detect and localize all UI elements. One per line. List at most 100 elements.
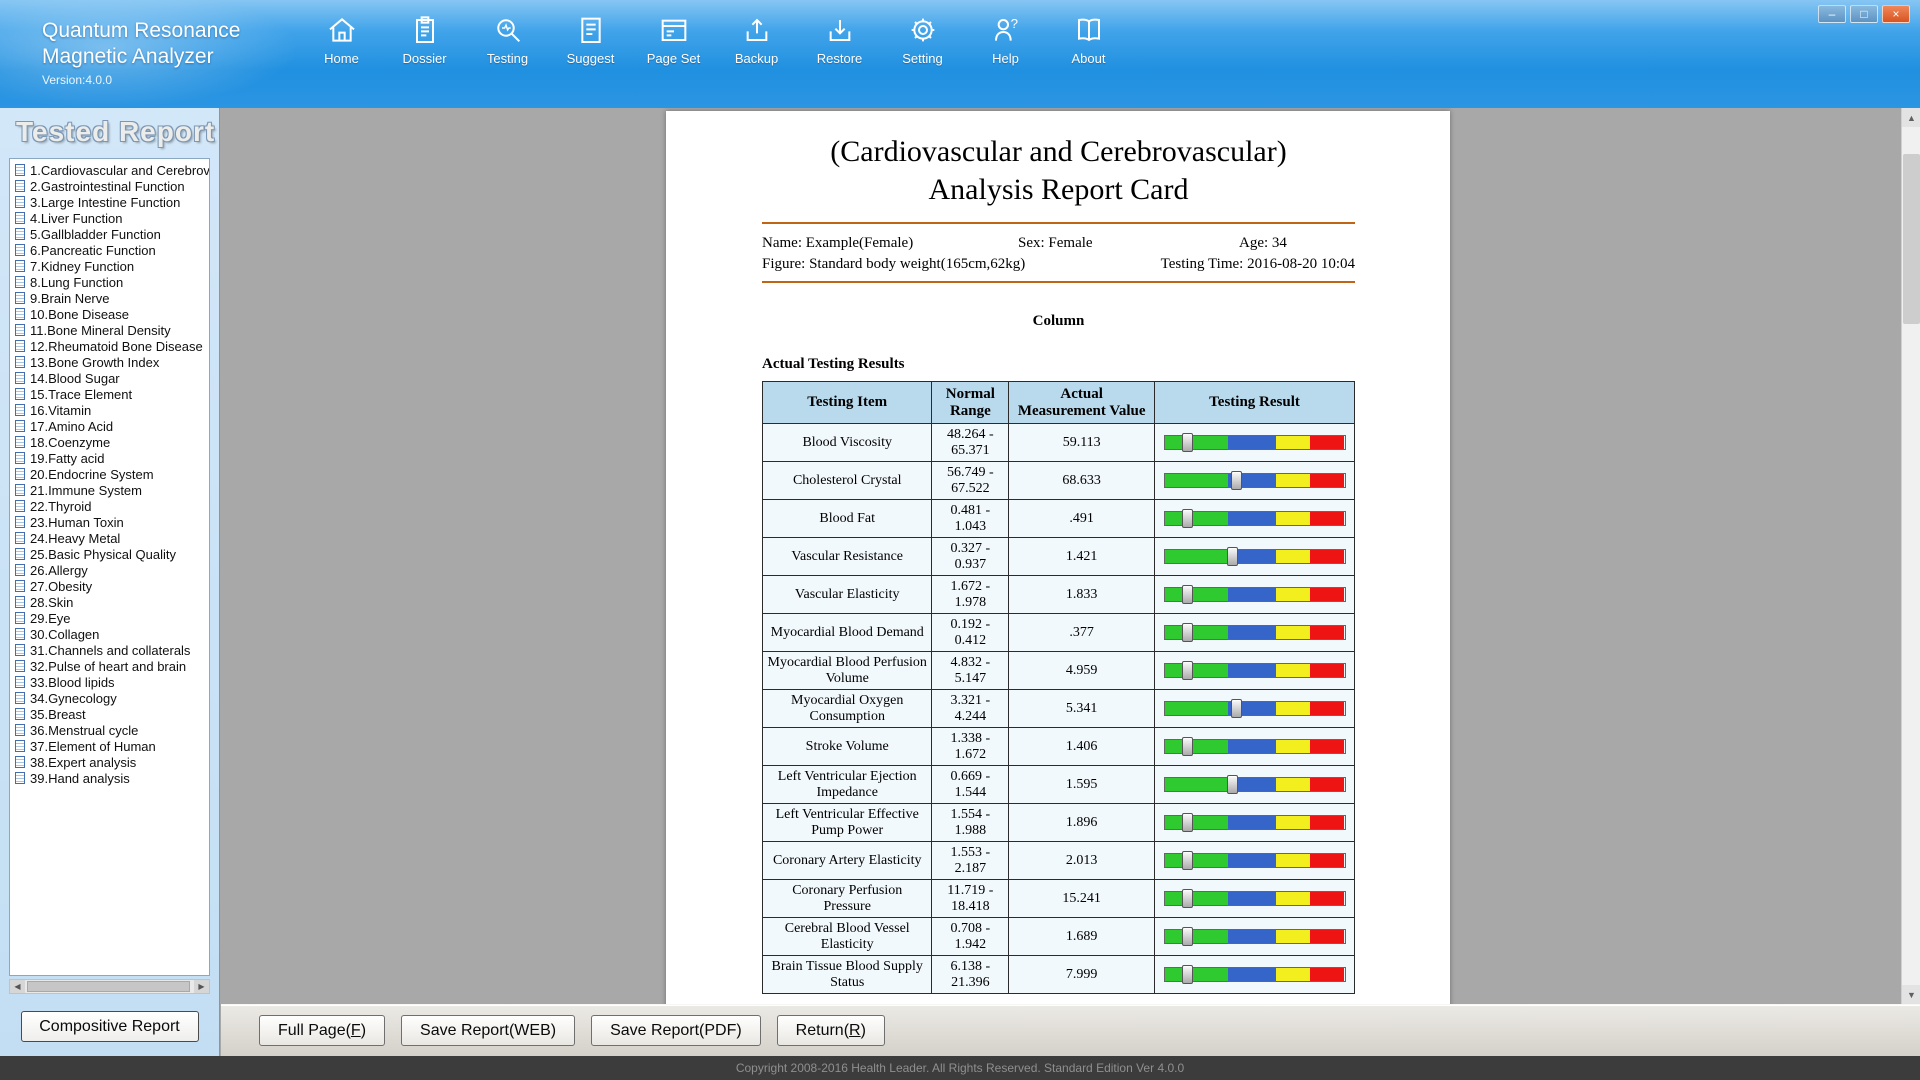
- tree-item[interactable]: 16.Vitamin: [13, 402, 209, 418]
- tree-item[interactable]: 11.Bone Mineral Density: [13, 322, 209, 338]
- tree-item-label: 14.Blood Sugar: [30, 371, 120, 386]
- tree-item[interactable]: 26.Allergy: [13, 562, 209, 578]
- testing-result-bar: [1164, 815, 1346, 830]
- column-header: Normal Range: [932, 382, 1009, 424]
- tree-item[interactable]: 12.Rheumatoid Bone Disease: [13, 338, 209, 354]
- table-row: Vascular Elasticity 1.672 - 1.978 1.833: [763, 576, 1355, 614]
- tree-item[interactable]: 13.Bone Growth Index: [13, 354, 209, 370]
- toolbar-item[interactable]: Page Set: [632, 14, 715, 66]
- result-marker: [1182, 737, 1193, 756]
- document-icon: [15, 180, 25, 192]
- tree-item[interactable]: 3.Large Intestine Function: [13, 194, 209, 210]
- tree-item-label: 27.Obesity: [30, 579, 92, 594]
- tree-item[interactable]: 8.Lung Function: [13, 274, 209, 290]
- toolbar-item[interactable]: Home: [300, 14, 383, 66]
- document-icon: [15, 548, 25, 560]
- toolbar-item[interactable]: Setting: [881, 14, 964, 66]
- toolbar-item[interactable]: Testing: [466, 14, 549, 66]
- tree-item[interactable]: 33.Blood lipids: [13, 674, 209, 690]
- minimize-button[interactable]: –: [1818, 5, 1846, 23]
- tree-item[interactable]: 5.Gallbladder Function: [13, 226, 209, 242]
- tree-item[interactable]: 24.Heavy Metal: [13, 530, 209, 546]
- tree-item[interactable]: 15.Trace Element: [13, 386, 209, 402]
- tree-item[interactable]: 1.Cardiovascular and Cerebrovascular: [13, 162, 209, 178]
- tree-item[interactable]: 27.Obesity: [13, 578, 209, 594]
- result-marker: [1227, 775, 1238, 794]
- table-row: Left Ventricular Ejection Impedance 0.66…: [763, 766, 1355, 804]
- tree-item-label: 36.Menstrual cycle: [30, 723, 138, 738]
- close-button[interactable]: ×: [1882, 5, 1910, 23]
- tree-item[interactable]: 36.Menstrual cycle: [13, 722, 209, 738]
- sidebar: Tested Report 1.Cardiovascular and Cereb…: [0, 108, 220, 1056]
- scroll-up-arrow-icon[interactable]: ▲: [1902, 108, 1920, 127]
- full-page-button[interactable]: Full Page(F): [259, 1015, 385, 1046]
- testing-item-cell: Left Ventricular Effective Pump Power: [763, 804, 932, 842]
- normal-range-cell: 0.669 - 1.544: [932, 766, 1009, 804]
- vertical-scroll-thumb[interactable]: [1903, 154, 1920, 324]
- tree-item[interactable]: 37.Element of Human: [13, 738, 209, 754]
- tree-item-label: 1.Cardiovascular and Cerebrovascular: [30, 163, 209, 178]
- tree-item[interactable]: 18.Coenzyme: [13, 434, 209, 450]
- toolbar-item[interactable]: Backup: [715, 14, 798, 66]
- scroll-left-arrow-icon[interactable]: ◀: [10, 980, 25, 993]
- tree-item[interactable]: 9.Brain Nerve: [13, 290, 209, 306]
- normal-range-cell: 1.553 - 2.187: [932, 842, 1009, 880]
- toolbar-item[interactable]: About: [1047, 14, 1130, 66]
- bar-segment-yellow: [1276, 588, 1310, 601]
- tree-item[interactable]: 2.Gastrointestinal Function: [13, 178, 209, 194]
- tree-item[interactable]: 4.Liver Function: [13, 210, 209, 226]
- tree-item[interactable]: 38.Expert analysis: [13, 754, 209, 770]
- testing-item-cell: Cerebral Blood Vessel Elasticity: [763, 918, 932, 956]
- compositive-report-button[interactable]: Compositive Report: [21, 1011, 199, 1042]
- save-report-pdf-button[interactable]: Save Report(PDF): [591, 1015, 761, 1046]
- tree-item[interactable]: 29.Eye: [13, 610, 209, 626]
- document-icon: [15, 756, 25, 768]
- setting-icon: [907, 14, 939, 46]
- tree-item[interactable]: 35.Breast: [13, 706, 209, 722]
- return-button[interactable]: Return(R): [777, 1015, 885, 1046]
- tree-item[interactable]: 32.Pulse of heart and brain: [13, 658, 209, 674]
- tree-item-label: 3.Large Intestine Function: [30, 195, 180, 210]
- tree-item[interactable]: 39.Hand analysis: [13, 770, 209, 786]
- tree-item[interactable]: 23.Human Toxin: [13, 514, 209, 530]
- tree-item[interactable]: 30.Collagen: [13, 626, 209, 642]
- results-table: Testing Item Normal Range Actual Measure…: [762, 381, 1355, 994]
- tree-item-label: 24.Heavy Metal: [30, 531, 120, 546]
- tree-item[interactable]: 34.Gynecology: [13, 690, 209, 706]
- result-marker: [1182, 585, 1193, 604]
- save-report-web-button[interactable]: Save Report(WEB): [401, 1015, 575, 1046]
- report-tree: 1.Cardiovascular and Cerebrovascular 2.G…: [9, 158, 210, 976]
- scroll-down-arrow-icon[interactable]: ▼: [1902, 985, 1920, 1004]
- tree-item[interactable]: 21.Immune System: [13, 482, 209, 498]
- document-icon: [15, 276, 25, 288]
- document-icon: [15, 340, 25, 352]
- tree-item[interactable]: 28.Skin: [13, 594, 209, 610]
- toolbar-item[interactable]: Restore: [798, 14, 881, 66]
- testing-item-cell: Vascular Resistance: [763, 538, 932, 576]
- tree-item[interactable]: 19.Fatty acid: [13, 450, 209, 466]
- document-icon: [15, 772, 25, 784]
- result-marker: [1231, 699, 1242, 718]
- home-icon: [326, 14, 358, 46]
- tree-item[interactable]: 17.Amino Acid: [13, 418, 209, 434]
- tree-item[interactable]: 22.Thyroid: [13, 498, 209, 514]
- document-icon: [15, 516, 25, 528]
- tree-item[interactable]: 25.Basic Physical Quality: [13, 546, 209, 562]
- toolbar-item[interactable]: ? Help: [964, 14, 1047, 66]
- tree-item[interactable]: 6.Pancreatic Function: [13, 242, 209, 258]
- bar-segment-yellow: [1276, 778, 1310, 791]
- document-icon: [15, 404, 25, 416]
- tree-item[interactable]: 31.Channels and collaterals: [13, 642, 209, 658]
- toolbar-item[interactable]: Suggest: [549, 14, 632, 66]
- measurement-value-cell: .491: [1009, 500, 1155, 538]
- horizontal-scroll-thumb[interactable]: [27, 981, 190, 992]
- toolbar-item[interactable]: Dossier: [383, 14, 466, 66]
- bar-segment-red: [1310, 892, 1344, 905]
- tree-item[interactable]: 20.Endocrine System: [13, 466, 209, 482]
- tree-item[interactable]: 14.Blood Sugar: [13, 370, 209, 386]
- tree-item[interactable]: 7.Kidney Function: [13, 258, 209, 274]
- tree-item[interactable]: 10.Bone Disease: [13, 306, 209, 322]
- scroll-right-arrow-icon[interactable]: ▶: [194, 980, 209, 993]
- document-icon: [15, 356, 25, 368]
- maximize-button[interactable]: □: [1850, 5, 1878, 23]
